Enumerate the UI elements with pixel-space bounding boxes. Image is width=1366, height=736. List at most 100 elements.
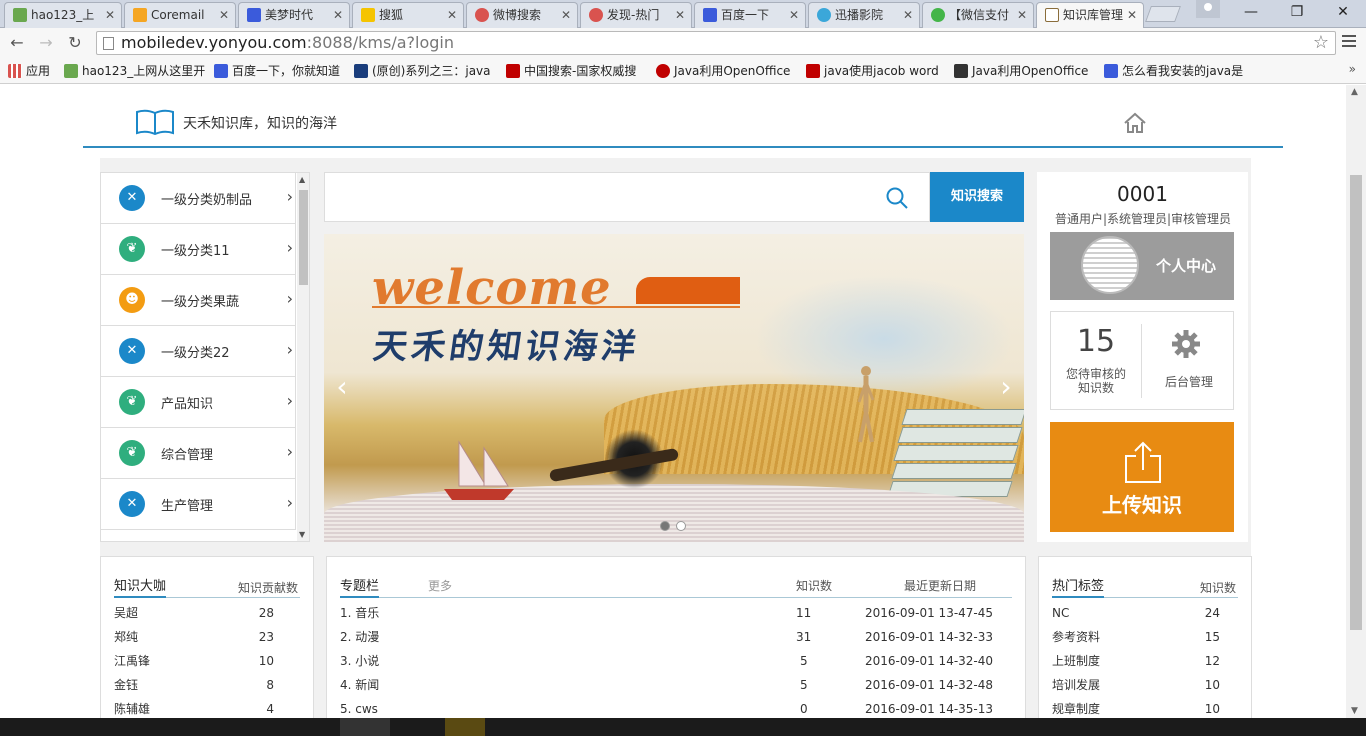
category-scrollbar[interactable]: ▲ ▼ [297,173,309,541]
taskbar-item[interactable] [340,718,390,736]
taskbar-item[interactable] [445,718,485,736]
table-row[interactable]: 1. 音乐 11 2016-09-01 13-47-45 [340,601,1012,625]
tag-name[interactable]: 培训发展 [1052,673,1100,697]
close-tab-icon[interactable]: ✕ [103,8,117,22]
close-tab-icon[interactable]: ✕ [1015,8,1029,22]
reload-icon[interactable]: ↻ [64,32,86,54]
bookmarks-overflow-icon[interactable]: » [1349,62,1356,76]
table-row[interactable]: 上班制度 12 [1052,649,1238,673]
browser-menu-icon[interactable] [1340,32,1358,52]
scroll-down-icon[interactable]: ▼ [1351,706,1358,716]
search-icon[interactable] [885,186,909,210]
topic-name[interactable]: 5. cws [340,697,378,718]
tag-name[interactable]: 规章制度 [1052,697,1100,718]
tag-name[interactable]: 参考资料 [1052,625,1100,649]
more-link[interactable]: 更多 [428,577,452,594]
table-row[interactable]: 江禹锋 10 [114,649,300,673]
category-item[interactable]: ✕ 一级分类奶制品 › [101,173,296,224]
table-row[interactable]: 参考资料 15 [1052,625,1238,649]
search-input[interactable] [324,172,930,222]
browser-tab[interactable]: 发现-热门 ✕ [580,2,692,28]
table-row[interactable]: 吴超 28 [114,601,300,625]
close-tab-icon[interactable]: ✕ [673,8,687,22]
close-tab-icon[interactable]: ✕ [1125,8,1139,22]
category-item[interactable]: ✕ 一级分类22 › [101,326,296,377]
bookmark-item[interactable]: 中国搜索-国家权威搜 [504,62,636,80]
forward-arrow-icon[interactable]: → [35,32,57,54]
admin-link[interactable]: 后台管理 [1143,373,1235,390]
table-row[interactable]: 陈辅雄 4 [114,697,300,718]
browser-tab[interactable]: 【微信支付 ✕ [922,2,1034,28]
table-row[interactable]: 4. 新闻 5 2016-09-01 14-32-48 [340,673,1012,697]
page-scrollbar[interactable]: ▲ ▼ [1346,85,1366,718]
table-row[interactable]: 3. 小说 5 2016-09-01 14-32-40 [340,649,1012,673]
new-tab-button[interactable] [1145,6,1181,22]
close-tab-icon[interactable]: ✕ [217,8,231,22]
bookmark-item[interactable]: 百度一下，你就知道 [212,62,340,80]
table-row[interactable]: 金钰 8 [114,673,300,697]
close-window-button[interactable]: ✕ [1320,0,1366,24]
browser-tab-active[interactable]: 知识库管理 ✕ [1036,2,1144,29]
restore-button[interactable]: ❐ [1274,0,1320,24]
close-tab-icon[interactable]: ✕ [445,8,459,22]
category-item[interactable]: ❦ 产品知识 › [101,377,296,428]
bookmark-item[interactable]: Java利用OpenOffice [654,62,790,80]
back-arrow-icon[interactable]: ← [6,32,28,54]
table-row[interactable]: 5. cws 0 2016-09-01 14-35-13 [340,697,1012,718]
browser-tab[interactable]: Coremail ✕ [124,2,236,28]
bookmark-item[interactable]: (原创)系列之三：java [352,62,491,80]
upload-knowledge-button[interactable]: 上传知识 [1050,422,1234,532]
close-tab-icon[interactable]: ✕ [331,8,345,22]
bookmark-item[interactable]: 怎么看我安装的java是 [1102,62,1243,80]
browser-tab[interactable]: 搜狐 ✕ [352,2,464,28]
gear-icon[interactable] [1171,329,1201,359]
carousel-dot[interactable] [676,521,686,531]
category-item[interactable]: ☻ 一级分类果蔬 › [101,275,296,326]
table-row[interactable]: 培训发展 10 [1052,673,1238,697]
tag-name[interactable]: NC [1052,601,1069,625]
home-icon[interactable] [1123,111,1147,135]
table-row[interactable]: 规章制度 10 [1052,697,1238,718]
tag-name[interactable]: 上班制度 [1052,649,1100,673]
topic-name[interactable]: 4. 新闻 [340,673,379,697]
url-text[interactable]: mobiledev.yonyou.com:8088/kms/a?login [121,32,454,54]
search-button[interactable]: 知识搜索 [930,172,1024,222]
personal-center-button[interactable]: 个人中心 [1050,232,1234,300]
banner-carousel[interactable]: welcome 天禾的知识海洋 ‹ › [324,234,1024,542]
minimize-button[interactable]: — [1228,0,1274,24]
scroll-up-icon[interactable]: ▲ [299,175,305,184]
bookmark-star-icon[interactable]: ☆ [1313,33,1329,53]
bookmark-item[interactable]: java使用jacob word [804,62,939,80]
tab-title: 【微信支付 [949,8,1010,22]
carousel-next-icon[interactable]: › [994,372,1018,402]
bookmark-apps[interactable]: 应用 [6,62,50,80]
carousel-dot[interactable] [660,521,670,531]
close-tab-icon[interactable]: ✕ [787,8,801,22]
scrollbar-thumb[interactable] [299,190,308,285]
table-row[interactable]: 郑纯 23 [114,625,300,649]
category-item[interactable]: ✕ 生产管理 › [101,479,296,530]
topic-name[interactable]: 3. 小说 [340,649,379,673]
carousel-prev-icon[interactable]: ‹ [330,372,354,402]
address-bar[interactable]: mobiledev.yonyou.com:8088/kms/a?login ☆ [96,31,1336,55]
scrollbar-thumb[interactable] [1350,175,1362,630]
browser-tab[interactable]: 迅播影院 ✕ [808,2,920,28]
topic-name[interactable]: 2. 动漫 [340,625,379,649]
close-tab-icon[interactable]: ✕ [559,8,573,22]
browser-tab[interactable]: 百度一下 ✕ [694,2,806,28]
bookmark-item[interactable]: hao123_上网从这里开 [62,62,205,80]
table-row[interactable]: 2. 动漫 31 2016-09-01 14-32-33 [340,625,1012,649]
table-row[interactable]: NC 24 [1052,601,1238,625]
browser-tab[interactable]: 微博搜索 ✕ [466,2,578,28]
scroll-up-icon[interactable]: ▲ [1351,87,1358,97]
pending-review-count[interactable]: 15 [1051,324,1141,359]
bookmark-item[interactable]: Java利用OpenOffice [952,62,1088,80]
close-tab-icon[interactable]: ✕ [901,8,915,22]
category-item[interactable]: ❦ 一级分类11 › [101,224,296,275]
browser-tab[interactable]: 美梦时代 ✕ [238,2,350,28]
scroll-down-icon[interactable]: ▼ [299,530,305,539]
profile-icon[interactable] [1196,0,1220,18]
topic-name[interactable]: 1. 音乐 [340,601,379,625]
browser-tab[interactable]: hao123_上 ✕ [4,2,122,28]
category-item[interactable]: ❦ 综合管理 › [101,428,296,479]
